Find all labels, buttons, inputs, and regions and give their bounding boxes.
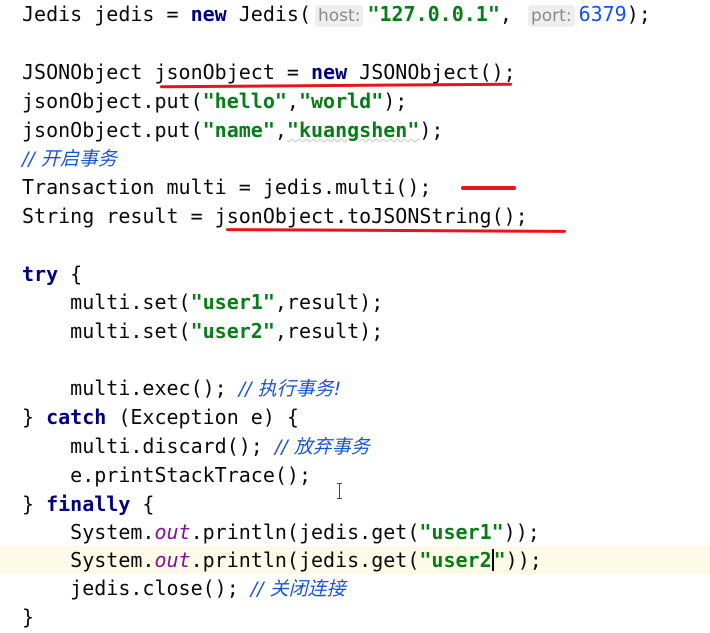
code-text: , (274, 118, 287, 142)
code-editor[interactable]: Jedis jedis = new Jedis(host: "127.0.0.1"… (0, 0, 710, 633)
string-literal: "127.0.0.1" (367, 2, 500, 26)
code-text: )); (505, 548, 542, 572)
mouse-text-cursor-icon (335, 482, 345, 500)
code-comment: // 开启事务 (22, 148, 117, 170)
code-line[interactable]: String result = jsonObject.toJSONString(… (0, 202, 710, 230)
code-text: ); (626, 2, 651, 26)
code-comment: // 执行事务! (238, 378, 342, 400)
string-literal: "kuangshen" (286, 118, 420, 142)
number-literal: 6379 (578, 2, 627, 26)
code-text: multi.discard(); (22, 434, 275, 458)
code-line[interactable]: Jedis jedis = new Jedis(host: "127.0.0.1"… (0, 0, 710, 28)
code-text: { (58, 262, 83, 286)
annotation-underline (461, 186, 516, 190)
string-literal: " (493, 548, 506, 572)
code-text: } (22, 605, 35, 629)
code-line[interactable]: JSONObject jsonObject = new JSONObject()… (0, 58, 710, 86)
code-line[interactable]: Transaction multi = jedis.multi(); (0, 173, 710, 201)
code-text: (Exception e) { (106, 405, 299, 429)
current-code-line[interactable]: System.out.println(jedis.get("user2 ")); (0, 546, 710, 574)
keyword: new (190, 2, 227, 26)
static-field: out (154, 520, 191, 544)
code-text: .println(jedis.get( (190, 520, 420, 544)
code-text: jsonObject.put( (22, 118, 203, 142)
code-text: } (22, 405, 47, 429)
code-text: ,result); (274, 319, 384, 343)
code-line[interactable]: // 开启事务 (0, 144, 710, 172)
code-line[interactable]: try { (0, 260, 710, 288)
string-literal: "user2 (419, 548, 492, 572)
code-text: multi.set( (22, 319, 191, 343)
code-line[interactable]: jsonObject.put("name","kuangshen"); (0, 116, 710, 144)
code-text: JSONObject(); (347, 60, 516, 84)
string-literal: "world" (298, 89, 384, 113)
code-line[interactable]: multi.set("user2",result); (0, 317, 710, 345)
code-text: , (499, 2, 524, 26)
code-line[interactable]: multi.discard(); // 放弃事务 (0, 432, 710, 460)
code-text: Transaction multi = jedis.multi(); (22, 175, 432, 199)
code-line[interactable]: multi.set("user1",result); (0, 288, 710, 316)
keyword: finally (46, 492, 131, 516)
code-line[interactable]: System.out.println(jedis.get("user1")); (0, 518, 710, 546)
code-line[interactable]: jedis.close(); // 关闭连接 (0, 574, 710, 602)
parameter-hint-host: host: (315, 5, 364, 27)
code-text: e.printStackTrace(); (22, 463, 311, 487)
code-line[interactable]: jsonObject.put("hello","world"); (0, 87, 710, 115)
code-comment: // 放弃事务 (274, 436, 370, 458)
code-text: ); (383, 89, 408, 113)
code-text: multi.exec(); (22, 376, 239, 400)
code-line[interactable]: } (0, 603, 710, 631)
static-field: out (154, 548, 191, 572)
string-literal: "hello" (202, 89, 287, 113)
code-text: jedis.close(); (22, 576, 251, 600)
code-text: multi.set( (22, 290, 191, 314)
code-text: ,result); (274, 290, 384, 314)
code-text: , (286, 89, 299, 113)
code-text: Jedis( (226, 2, 311, 26)
code-text: )); (503, 520, 540, 544)
code-text: { (130, 492, 155, 516)
code-text: String result = jsonObject.toJSONString(… (22, 204, 528, 228)
code-comment: // 关闭连接 (250, 578, 346, 600)
code-text: } (22, 492, 47, 516)
keyword: new (310, 60, 348, 84)
code-line[interactable]: e.printStackTrace(); (0, 461, 710, 489)
annotation-underline (225, 228, 567, 233)
code-text: System. (22, 548, 155, 572)
string-literal: "user2" (190, 319, 275, 343)
parameter-hint-port: port: (527, 5, 575, 27)
code-text: System. (22, 520, 155, 544)
string-literal: "name" (202, 118, 275, 142)
code-text: Jedis jedis = (22, 2, 191, 26)
code-text: JSONObject jsonObject = (22, 60, 311, 84)
code-line[interactable]: } finally { (0, 490, 710, 518)
keyword: try (22, 262, 59, 286)
code-line[interactable]: } catch (Exception e) { (0, 403, 710, 431)
string-literal: "user1" (190, 290, 275, 314)
keyword: catch (46, 405, 107, 429)
code-line[interactable]: multi.exec(); // 执行事务! (0, 374, 710, 402)
string-literal: "user1" (419, 520, 504, 544)
code-text: jsonObject.put( (22, 89, 203, 113)
code-text: ); (419, 118, 444, 142)
code-text: .println(jedis.get( (190, 548, 420, 572)
